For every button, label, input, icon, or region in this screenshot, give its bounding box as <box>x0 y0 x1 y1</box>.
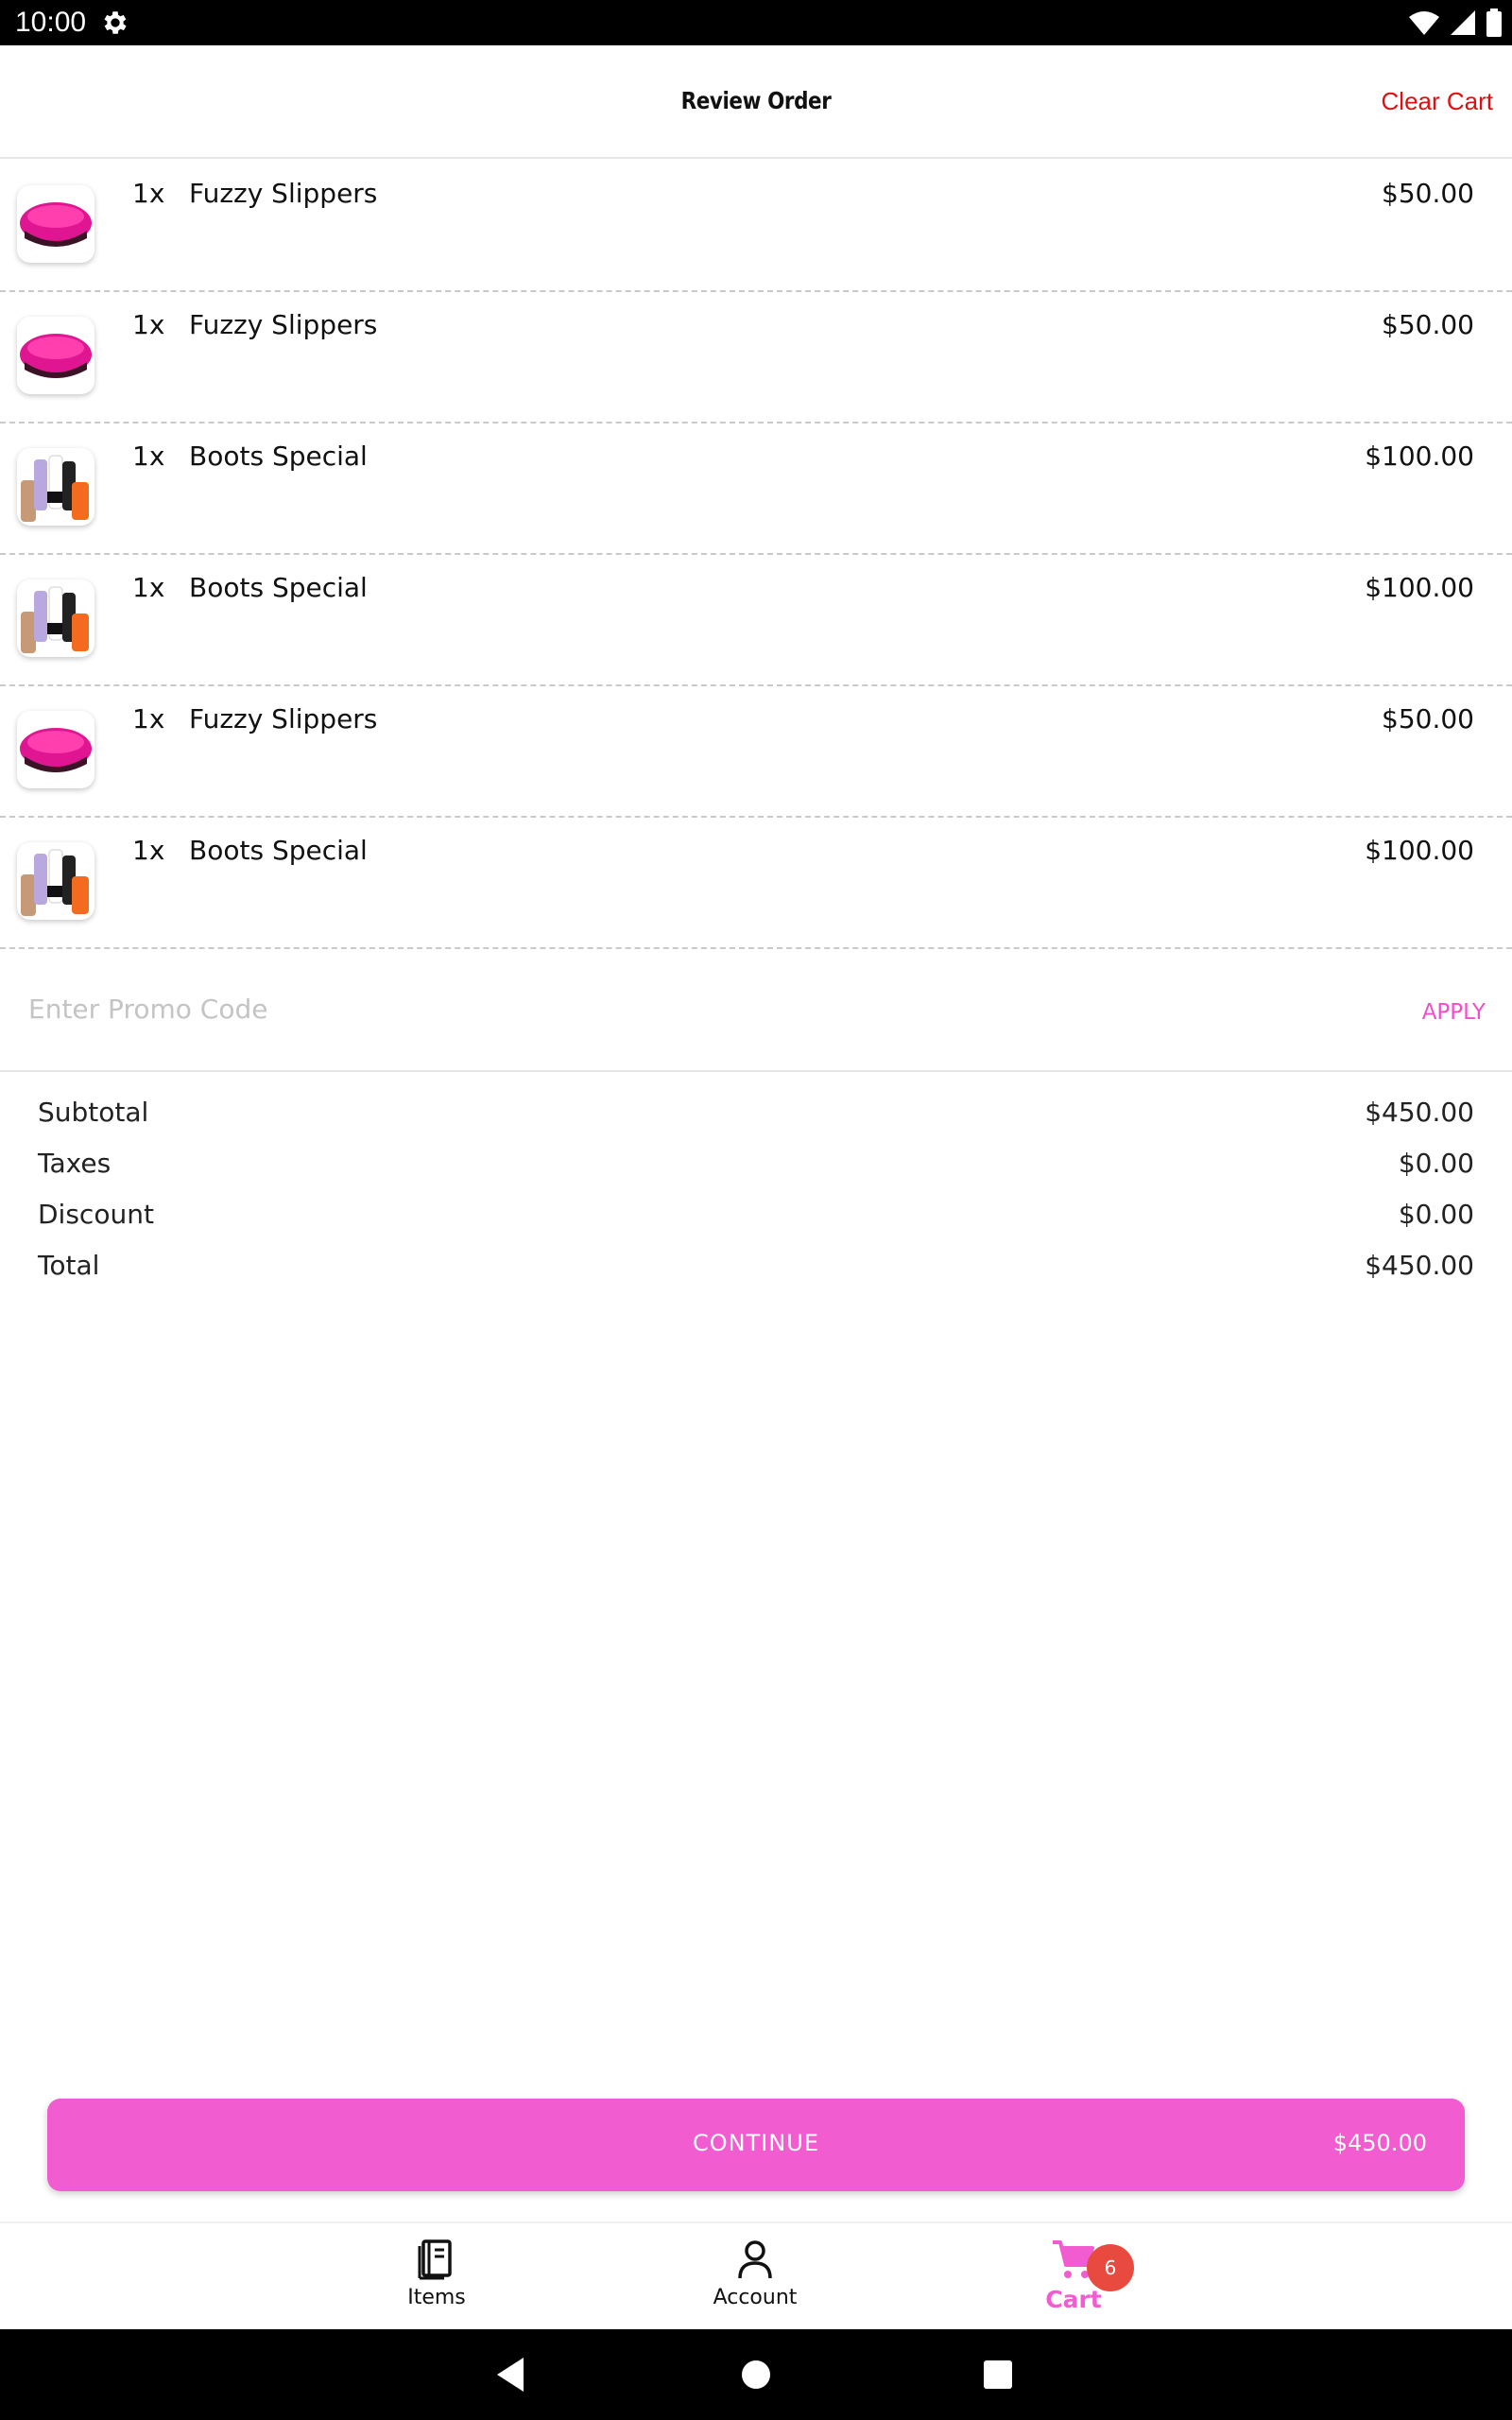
recents-icon[interactable] <box>975 2352 1021 2397</box>
battery-icon <box>1486 9 1502 37</box>
continue-total: $450.00 <box>1332 2130 1427 2156</box>
cart-count-badge: 6 <box>1087 2244 1134 2291</box>
item-name: Boots Special <box>189 572 368 603</box>
summary-row-total: Total $450.00 <box>0 1250 1512 1301</box>
summary-row-subtotal: Subtotal $450.00 <box>0 1097 1512 1148</box>
continue-button[interactable]: CONTINUE $450.00 <box>47 2099 1465 2191</box>
item-quantity: 1x <box>132 835 165 866</box>
signal-icon <box>1451 10 1475 35</box>
cart-item[interactable]: 1x Boots Special $100.00 <box>0 555 1512 686</box>
summary-value: $450.00 <box>1365 1097 1474 1128</box>
cart-item[interactable]: 1x Fuzzy Slippers $50.00 <box>0 292 1512 424</box>
status-time: 10:00 <box>15 7 87 38</box>
promo-code-input[interactable] <box>28 985 879 1032</box>
item-quantity: 1x <box>132 441 165 472</box>
item-price: $50.00 <box>1382 703 1474 735</box>
cart-item-list: 1x Fuzzy Slippers $50.00 1x Fuzzy Slippe… <box>0 161 1512 949</box>
item-name: Fuzzy Slippers <box>189 309 378 340</box>
app-header: Review Order Clear Cart <box>0 45 1512 159</box>
system-navigation-bar <box>0 2329 1512 2420</box>
nav-tab-items[interactable]: Items <box>361 2237 512 2327</box>
summary-value: $450.00 <box>1365 1250 1474 1281</box>
clear-cart-button[interactable]: Clear Cart <box>1382 87 1493 116</box>
summary-row-discount: Discount $0.00 <box>0 1199 1512 1250</box>
summary-label: Total <box>38 1250 100 1281</box>
nav-label: Account <box>713 2286 798 2309</box>
nav-label: Cart <box>1045 2286 1102 2313</box>
item-quantity: 1x <box>132 572 165 603</box>
fuzzy-slippers-thumbnail <box>17 317 94 394</box>
cart-item[interactable]: 1x Fuzzy Slippers $50.00 <box>0 686 1512 818</box>
person-icon <box>738 2240 772 2279</box>
boots-thumbnail <box>17 842 94 920</box>
item-quantity: 1x <box>132 178 165 209</box>
item-quantity: 1x <box>132 309 165 340</box>
nav-label: Items <box>407 2286 466 2309</box>
nav-tab-account[interactable]: Account <box>679 2237 831 2327</box>
item-price: $50.00 <box>1382 309 1474 340</box>
summary-label: Taxes <box>38 1148 112 1179</box>
wifi-icon <box>1409 11 1439 35</box>
summary-label: Discount <box>38 1199 154 1230</box>
apply-promo-button[interactable]: APPLY <box>1422 1000 1486 1025</box>
item-price: $100.00 <box>1365 572 1474 603</box>
summary-value: $0.00 <box>1398 1199 1474 1230</box>
status-icons <box>1408 8 1503 38</box>
boots-thumbnail <box>17 448 94 526</box>
item-price: $100.00 <box>1365 441 1474 472</box>
item-name: Fuzzy Slippers <box>189 703 378 735</box>
home-icon[interactable] <box>733 2352 779 2397</box>
summary-row-taxes: Taxes $0.00 <box>0 1148 1512 1199</box>
item-quantity: 1x <box>132 703 165 735</box>
order-summary: Subtotal $450.00 Taxes $0.00 Discount $0… <box>0 1097 1512 1301</box>
continue-label: CONTINUE <box>692 2130 820 2156</box>
cart-item[interactable]: 1x Boots Special $100.00 <box>0 818 1512 949</box>
item-price: $100.00 <box>1365 835 1474 866</box>
boots-thumbnail <box>17 579 94 657</box>
bottom-navigation: Items Account Cart <box>0 2221 1512 2329</box>
book-icon <box>418 2239 452 2280</box>
cart-item[interactable]: 1x Fuzzy Slippers $50.00 <box>0 161 1512 292</box>
fuzzy-slippers-thumbnail <box>17 711 94 788</box>
fuzzy-slippers-thumbnail <box>17 185 94 263</box>
item-name: Boots Special <box>189 835 368 866</box>
item-name: Fuzzy Slippers <box>189 178 378 209</box>
summary-value: $0.00 <box>1398 1148 1474 1179</box>
promo-code-row: APPLY <box>0 945 1512 1072</box>
back-icon[interactable] <box>490 2352 535 2397</box>
item-price: $50.00 <box>1382 178 1474 209</box>
summary-label: Subtotal <box>38 1097 149 1128</box>
page-title: Review Order <box>680 87 832 114</box>
item-name: Boots Special <box>189 441 368 472</box>
cart-item[interactable]: 1x Boots Special $100.00 <box>0 424 1512 555</box>
status-bar: 10:00 <box>0 0 1512 45</box>
settings-gear-icon <box>104 11 127 34</box>
